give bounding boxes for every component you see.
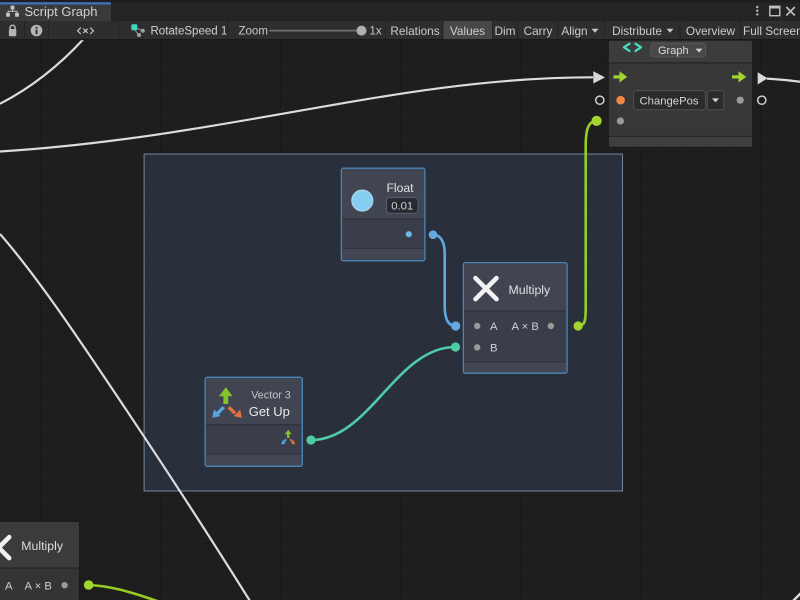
svg-text:Values: Values [450, 24, 485, 38]
svg-text:Zoom: Zoom [239, 26, 268, 38]
svg-text:Multiply: Multiply [509, 283, 552, 297]
svg-text:RotateSpeed 1: RotateSpeed 1 [151, 26, 228, 38]
svg-text:A × B: A × B [512, 321, 539, 333]
svg-text:Relations: Relations [390, 24, 439, 38]
svg-text:Full Screen: Full Screen [743, 24, 800, 38]
svg-text:Dim: Dim [495, 24, 516, 38]
svg-text:A: A [5, 580, 13, 592]
svg-text:Get Up: Get Up [249, 404, 290, 419]
svg-text:Script Graph: Script Graph [25, 4, 98, 19]
svg-text:A × B: A × B [25, 580, 52, 592]
svg-text:B: B [490, 343, 498, 355]
svg-text:Multiply: Multiply [21, 539, 64, 553]
svg-text:Graph: Graph [658, 45, 689, 57]
svg-text:Distribute: Distribute [612, 24, 662, 38]
svg-text:Vector 3: Vector 3 [251, 390, 291, 402]
svg-text:Overview: Overview [686, 24, 736, 38]
svg-text:ChangePos: ChangePos [640, 95, 699, 107]
svg-text:1x: 1x [370, 26, 382, 38]
svg-text:Align: Align [561, 24, 587, 38]
svg-text:Carry: Carry [524, 24, 553, 38]
svg-text:A: A [490, 321, 498, 333]
svg-text:0.01: 0.01 [391, 201, 413, 213]
svg-text:Float: Float [386, 181, 414, 195]
